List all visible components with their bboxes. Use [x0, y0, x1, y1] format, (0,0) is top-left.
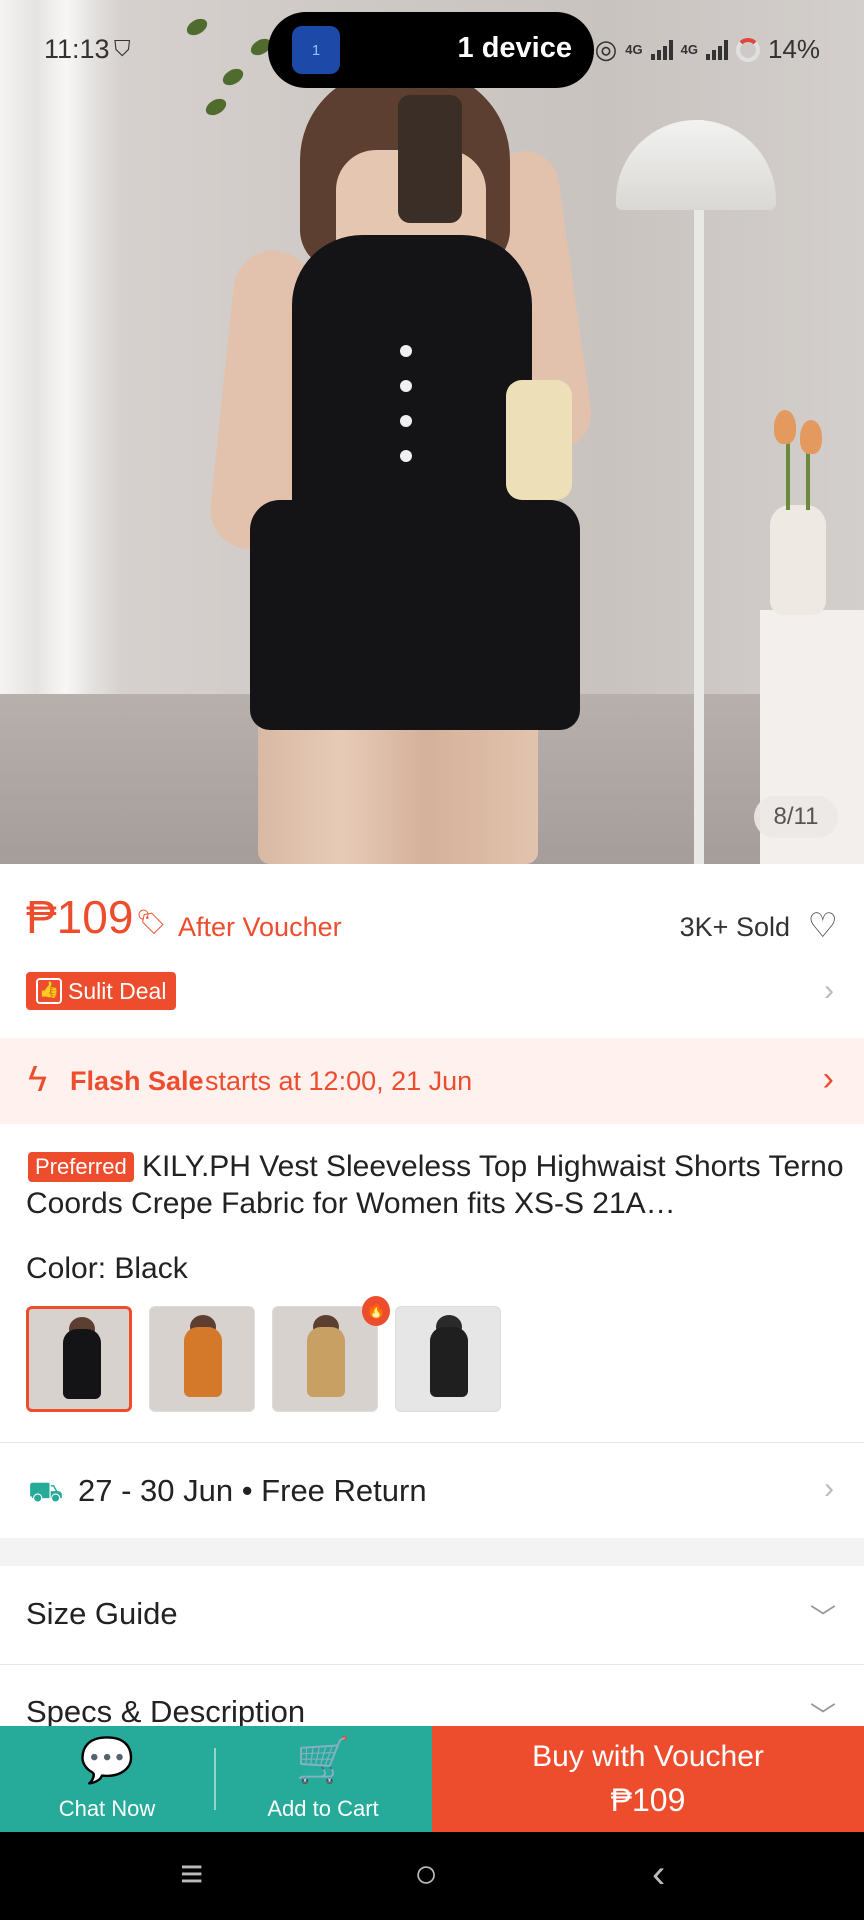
model-bag [506, 380, 572, 500]
image-counter: 8/11 [754, 796, 838, 838]
sold-count: 3K+ Sold [679, 912, 790, 942]
color-label: Color: Black [26, 1252, 188, 1285]
add-to-cart-label: Add to Cart [267, 1796, 379, 1821]
divider [0, 1664, 864, 1665]
network-type-1: 4G [625, 42, 643, 57]
variant-thumb-black[interactable] [26, 1306, 132, 1412]
signal-icon [705, 39, 728, 60]
cart-icon: 🛒 [295, 1736, 351, 1785]
variant-figure [430, 1327, 468, 1397]
chevron-right-icon[interactable]: › [824, 1472, 834, 1506]
tulip-graphic [800, 420, 822, 454]
device-count-label: 1 device [457, 32, 572, 64]
bottom-action-bar: 💬 Chat Now 🛒 Add to Cart Buy with Vouche… [0, 1726, 864, 1832]
chat-now-button[interactable]: 💬 Chat Now [0, 1726, 214, 1832]
vest-button [400, 415, 412, 427]
chat-icon: 💬 [79, 1736, 135, 1785]
specs-description-label[interactable]: Specs & Description [26, 1694, 305, 1730]
variant-list [26, 1306, 501, 1412]
lamp-shade-graphic [616, 120, 776, 210]
vest-button [400, 380, 412, 392]
variant-thumb-tan[interactable] [272, 1306, 378, 1412]
product-title: KILY.PH Vest Sleeveless Top Highwaist Sh… [26, 1150, 844, 1220]
device-pill[interactable]: 1 1 device [268, 12, 594, 88]
menu-icon[interactable]: ≡ [180, 1852, 203, 1897]
status-icons: ◎ 4G 4G 14% [595, 34, 820, 65]
flash-sale-banner[interactable]: ϟ Flash Sale starts at 12:00, 21 Jun › [0, 1038, 864, 1124]
status-bar: 11:13 ⛉ 1 1 device ◎ 4G 4G 14% [0, 0, 864, 100]
secondary-actions: 💬 Chat Now 🛒 Add to Cart [0, 1726, 432, 1832]
vest-button [400, 450, 412, 462]
home-icon[interactable]: ○ [414, 1852, 438, 1897]
heart-icon[interactable]: ♡ [808, 906, 838, 946]
lightning-icon: ϟ [28, 1058, 48, 1099]
back-icon[interactable]: ‹ [652, 1852, 665, 1897]
variant-figure [184, 1327, 222, 1397]
shield-icon: ⛉ [114, 36, 131, 61]
variant-figure [307, 1327, 345, 1397]
chat-now-label: Chat Now [58, 1796, 156, 1821]
battery-icon [735, 37, 760, 62]
model-shorts [250, 500, 580, 730]
size-guide-label[interactable]: Size Guide [26, 1596, 178, 1632]
buy-price: ₱109 [610, 1782, 686, 1818]
preferred-badge: Preferred [28, 1152, 134, 1182]
flash-sale-time: starts at 12:00, 21 Jun [205, 1066, 473, 1096]
chevron-right-icon: › [822, 1060, 834, 1098]
signal-icon [650, 39, 673, 60]
variant-figure [63, 1329, 101, 1399]
tulip-graphic [774, 410, 796, 444]
status-time: 11:13 [44, 34, 110, 64]
chevron-right-icon[interactable]: › [824, 974, 834, 1008]
after-voucher-label: After Voucher [178, 912, 342, 942]
buy-label: Buy with Voucher [532, 1740, 764, 1773]
model-phone [398, 95, 462, 223]
product-page: 8/11 11:13 ⛉ 1 1 device ◎ 4G 4G 14% ₱109… [0, 0, 864, 1920]
vest-button [400, 345, 412, 357]
model-vest [292, 235, 532, 525]
hotspot-icon: ◎ [594, 34, 618, 64]
divider [0, 1442, 864, 1443]
broadcast-count: 1 [311, 41, 321, 59]
sulit-deal-badge[interactable]: 👍 Sulit Deal [26, 972, 177, 1010]
shipping-info[interactable]: 27 - 30 Jun • Free Return [78, 1473, 427, 1509]
section-divider [0, 1538, 864, 1566]
system-nav-bar: ≡ ○ ‹ [0, 1832, 864, 1920]
product-image-carousel[interactable]: 8/11 [0, 0, 864, 864]
truck-icon: ⛟ [28, 1476, 64, 1507]
fire-icon: 🔥 [362, 1296, 390, 1326]
voucher-icon: 🏷 [136, 909, 167, 936]
broadcast-icon: 1 [292, 26, 340, 74]
buy-with-voucher-button[interactable]: Buy with Voucher ₱109 [432, 1726, 864, 1832]
lamp-graphic [694, 120, 704, 864]
chevron-down-icon[interactable]: ﹀ [810, 1598, 836, 1635]
network-type-2: 4G [680, 42, 698, 57]
sulit-deal-label: Sulit Deal [68, 977, 167, 1004]
vase-graphic [770, 505, 826, 615]
thumbs-up-icon: 👍 [36, 978, 62, 1004]
variant-thumb-orange[interactable] [149, 1306, 255, 1412]
flash-sale-title: Flash Sale [70, 1066, 204, 1096]
price: ₱109 [26, 891, 134, 943]
battery-level: 14% [767, 34, 820, 64]
variant-thumb-gray[interactable] [395, 1306, 501, 1412]
add-to-cart-button[interactable]: 🛒 Add to Cart [216, 1726, 430, 1832]
